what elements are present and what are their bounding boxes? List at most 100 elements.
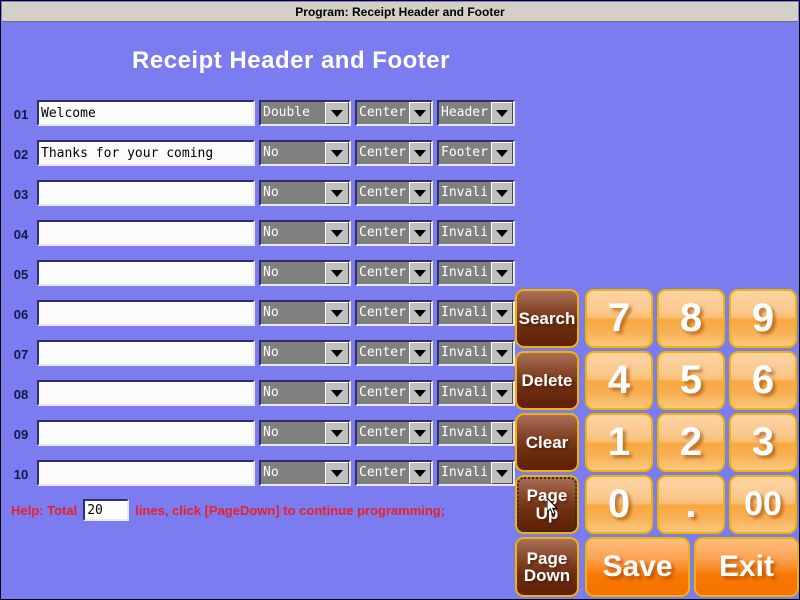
chevron-down-icon[interactable] [491,462,513,484]
font-size-select-09[interactable]: No [259,420,351,446]
line-text-input-10[interactable] [37,460,255,486]
key-4-button[interactable]: 4 [585,351,653,410]
key-00-button[interactable]: 00 [729,475,797,534]
total-lines-input[interactable] [83,499,130,521]
line-text-input-07[interactable] [37,340,255,366]
delete-label: Delete [521,370,573,390]
window-title: Program: Receipt Header and Footer [295,4,505,19]
chevron-down-icon[interactable] [325,222,349,244]
line-type-select-07[interactable]: Invali [437,340,515,366]
alignment-select-05[interactable]: Center [355,260,433,286]
key-7-button[interactable]: 7 [585,289,653,348]
chevron-down-icon[interactable] [325,342,349,364]
chevron-down-icon[interactable] [409,102,431,124]
alignment-select-value: Center [359,225,406,240]
line-type-select-10[interactable]: Invali [437,460,515,486]
chevron-down-icon[interactable] [491,102,513,124]
chevron-down-icon[interactable] [491,342,513,364]
chevron-down-icon[interactable] [409,302,431,324]
font-size-select-03[interactable]: No [259,180,351,206]
alignment-select-value: Center [359,345,406,360]
line-text-input-04[interactable] [37,220,255,246]
line-type-select-04[interactable]: Invali [437,220,515,246]
alignment-select-value: Center [359,425,406,440]
table-row: 03 No Center Invali [1,177,521,217]
chevron-down-icon[interactable] [325,462,349,484]
alignment-select-09[interactable]: Center [355,420,433,446]
chevron-down-icon[interactable] [491,182,513,204]
key-1-button[interactable]: 1 [585,413,653,472]
chevron-down-icon[interactable] [409,142,431,164]
key-dot-button[interactable]: . [657,475,725,534]
key-6-button[interactable]: 6 [729,351,797,410]
line-type-select-09[interactable]: Invali [437,420,515,446]
font-size-select-02[interactable]: No [259,140,351,166]
line-text-input-09[interactable] [37,420,255,446]
page-up-button[interactable]: Page Up [515,475,579,534]
key-3-button[interactable]: 3 [729,413,797,472]
line-text-input-05[interactable] [37,260,255,286]
alignment-select-02[interactable]: Center [355,140,433,166]
font-size-select-01[interactable]: Double [259,100,351,126]
chevron-down-icon[interactable] [409,462,431,484]
chevron-down-icon[interactable] [409,382,431,404]
font-size-select-06[interactable]: No [259,300,351,326]
alignment-select-03[interactable]: Center [355,180,433,206]
font-size-select-07[interactable]: No [259,340,351,366]
alignment-select-01[interactable]: Center [355,100,433,126]
key-2-button[interactable]: 2 [657,413,725,472]
line-type-select-03[interactable]: Invali [437,180,515,206]
key-9-button[interactable]: 9 [729,289,797,348]
alignment-select-06[interactable]: Center [355,300,433,326]
search-button[interactable]: Search [515,289,579,348]
chevron-down-icon[interactable] [325,422,349,444]
delete-button[interactable]: Delete [515,351,579,410]
page-down-label-line1: Page [526,548,568,568]
chevron-down-icon[interactable] [409,422,431,444]
alignment-select-04[interactable]: Center [355,220,433,246]
key-5-button[interactable]: 5 [657,351,725,410]
key-8-button[interactable]: 8 [657,289,725,348]
chevron-down-icon[interactable] [409,222,431,244]
font-size-select-04[interactable]: No [259,220,351,246]
chevron-down-icon[interactable] [409,342,431,364]
line-type-select-01[interactable]: Header [437,100,515,126]
line-type-select-02[interactable]: Footer [437,140,515,166]
line-type-select-05[interactable]: Invali [437,260,515,286]
page-down-button[interactable]: Page Down [515,537,579,597]
clear-button[interactable]: Clear [515,413,579,472]
line-text-input-03[interactable] [37,180,255,206]
key-0-button[interactable]: 0 [585,475,653,534]
table-row: 10 No Center Invali [1,457,521,497]
chevron-down-icon[interactable] [491,142,513,164]
alignment-select-10[interactable]: Center [355,460,433,486]
chevron-down-icon[interactable] [325,102,349,124]
chevron-down-icon[interactable] [491,302,513,324]
alignment-select-07[interactable]: Center [355,340,433,366]
font-size-select-10[interactable]: No [259,460,351,486]
line-type-select-08[interactable]: Invali [437,380,515,406]
exit-button[interactable]: Exit [694,537,799,597]
chevron-down-icon[interactable] [409,182,431,204]
line-text-input-01[interactable] [37,100,255,126]
alignment-select-08[interactable]: Center [355,380,433,406]
line-text-input-08[interactable] [37,380,255,406]
line-text-input-02[interactable] [37,140,255,166]
chevron-down-icon[interactable] [325,382,349,404]
chevron-down-icon[interactable] [491,382,513,404]
chevron-down-icon[interactable] [325,262,349,284]
font-size-select-05[interactable]: No [259,260,351,286]
line-type-select-06[interactable]: Invali [437,300,515,326]
save-button[interactable]: Save [585,537,690,597]
chevron-down-icon[interactable] [491,422,513,444]
chevron-down-icon[interactable] [325,142,349,164]
line-text-input-06[interactable] [37,300,255,326]
table-row: 07 No Center Invali [1,337,521,377]
chevron-down-icon[interactable] [409,262,431,284]
font-size-select-value: No [263,345,279,360]
chevron-down-icon[interactable] [325,182,349,204]
font-size-select-08[interactable]: No [259,380,351,406]
chevron-down-icon[interactable] [491,262,513,284]
chevron-down-icon[interactable] [325,302,349,324]
chevron-down-icon[interactable] [491,222,513,244]
